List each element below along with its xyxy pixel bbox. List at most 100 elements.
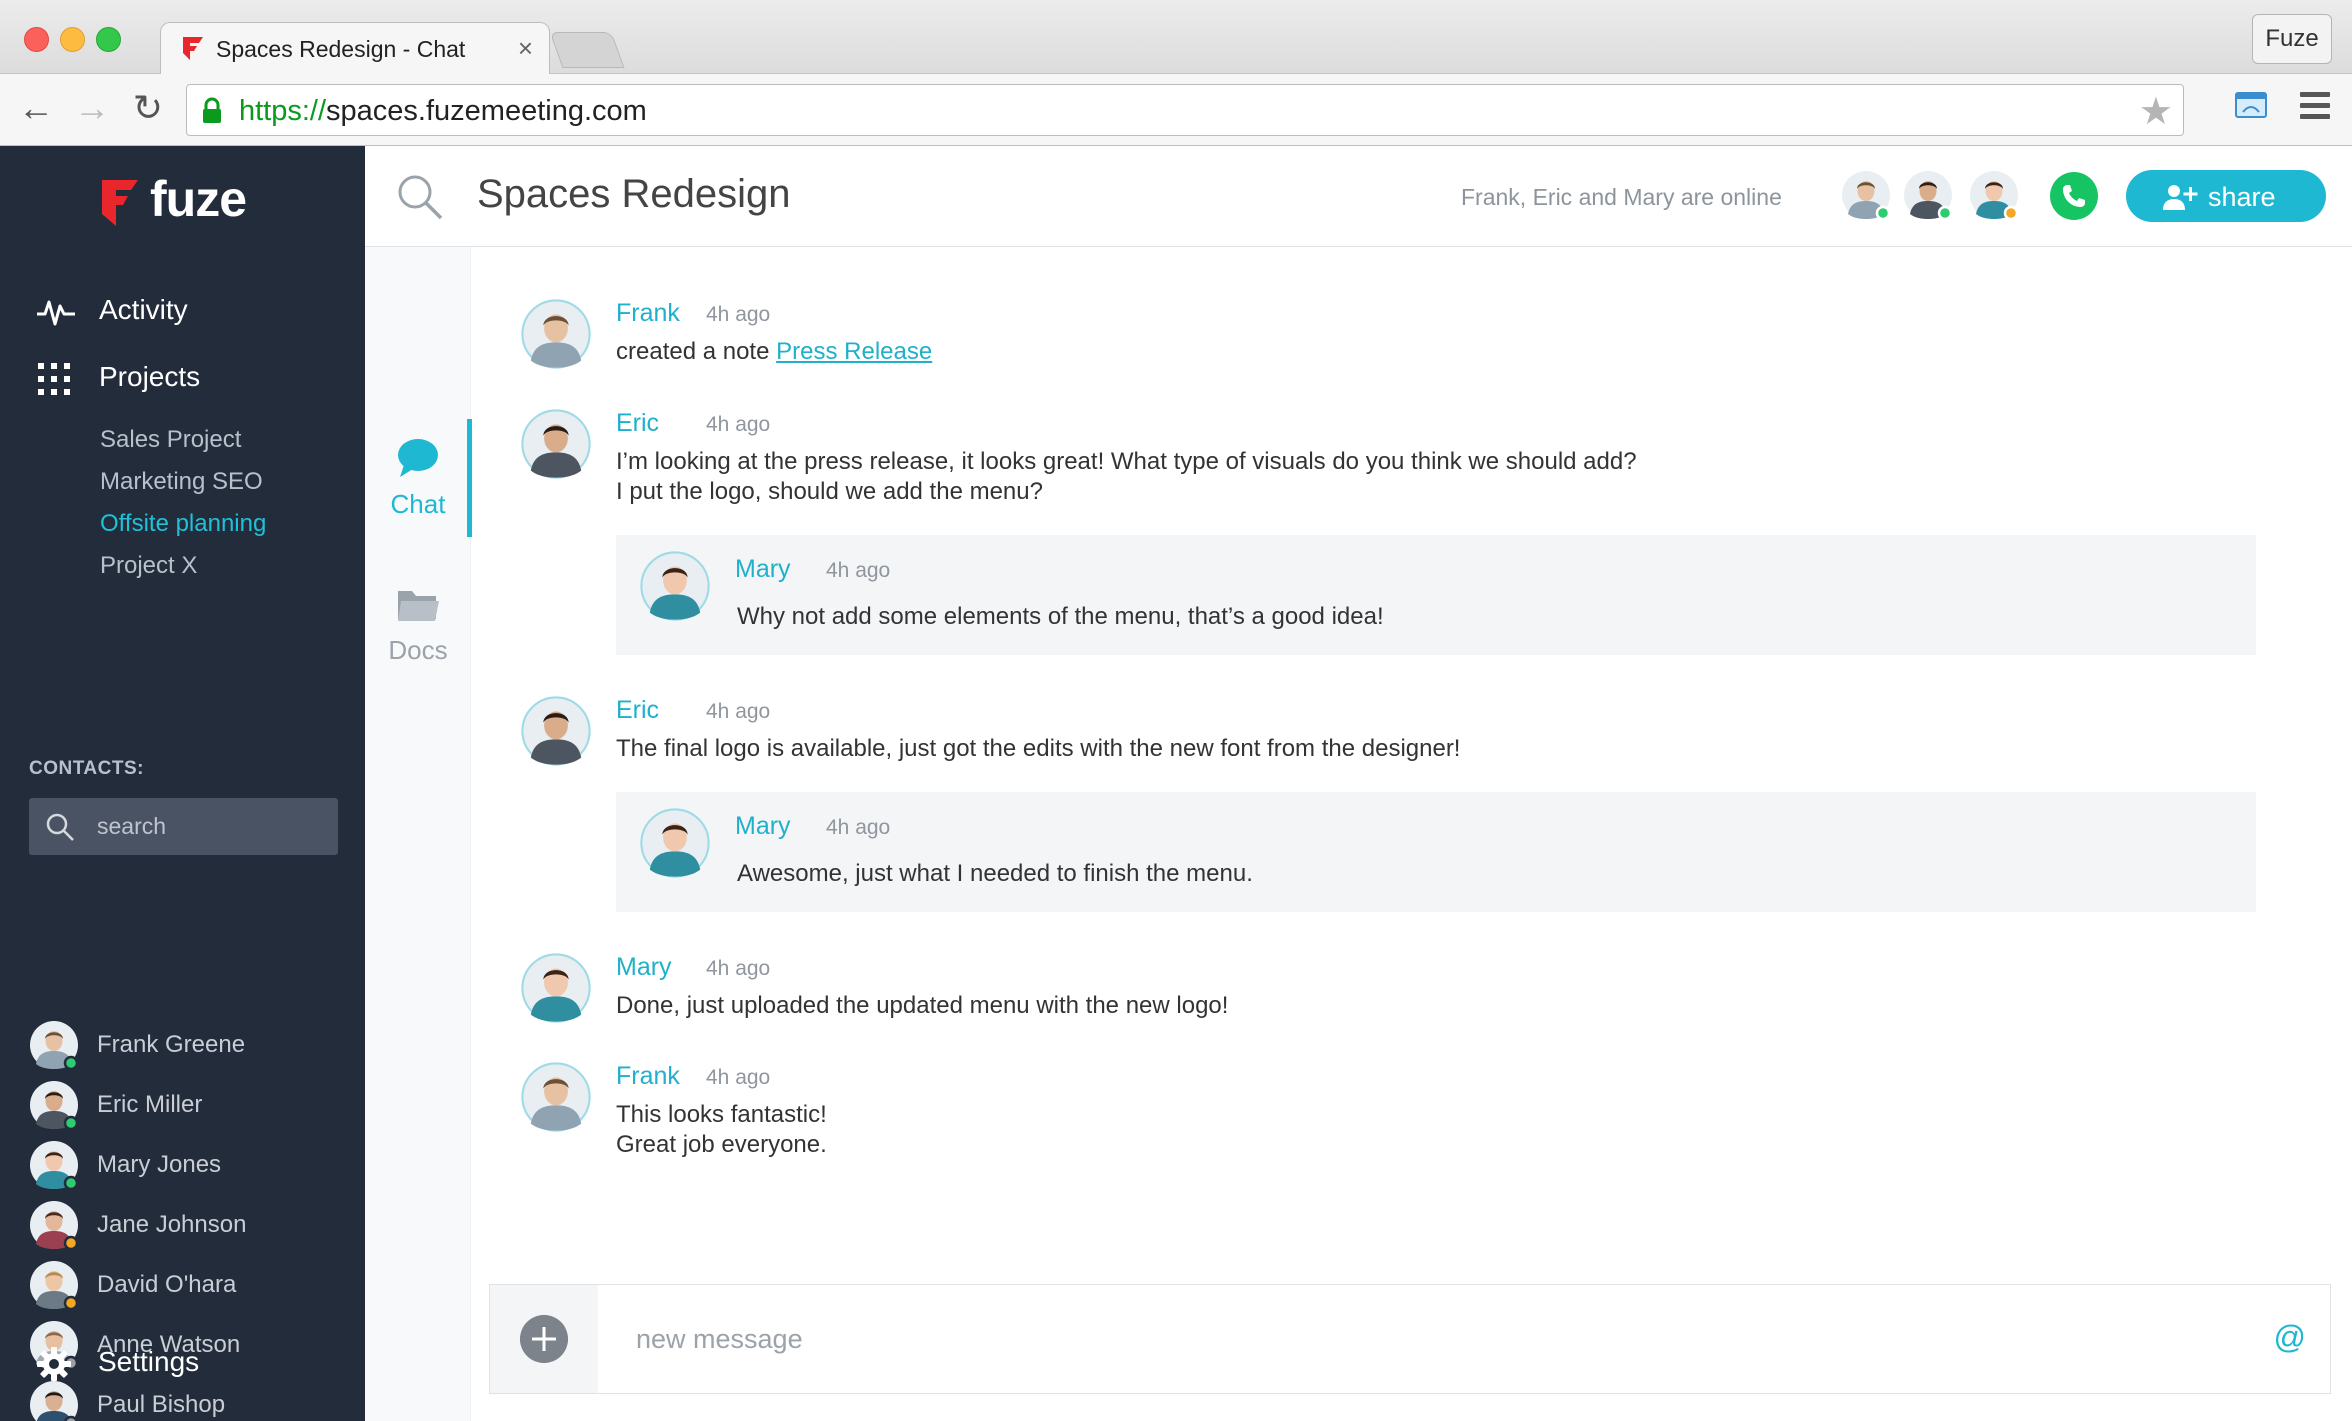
address-bar[interactable]: https://spaces.fuzemeeting.com ★ (186, 84, 2184, 136)
avatar-eric[interactable] (521, 696, 591, 766)
avatar-frank[interactable] (1841, 170, 1891, 221)
project-project-x[interactable]: Project X (100, 552, 197, 580)
tab-close-icon[interactable]: × (518, 33, 533, 64)
back-arrow-icon[interactable]: ← (14, 86, 58, 130)
chat-feed: Frank 4h ago created a note Press Releas… (471, 247, 2352, 1421)
message-time: 4h ago (826, 816, 891, 839)
contact-search (29, 798, 338, 855)
lock-icon (203, 97, 221, 123)
bookmark-star-icon[interactable]: ★ (2139, 89, 2173, 134)
avatar-eric[interactable] (1903, 170, 1953, 221)
phone-icon (2063, 185, 2085, 207)
message-body: Why not add some elements of the menu, t… (737, 603, 1384, 630)
message-author[interactable]: Mary (735, 555, 791, 584)
mention-icon[interactable]: @ (2274, 1319, 2306, 1356)
search-icon (46, 813, 74, 841)
tab-chat[interactable]: Chat (365, 419, 472, 537)
plus-icon (520, 1315, 568, 1363)
avatar (29, 1140, 79, 1191)
avatar-mary[interactable] (640, 551, 710, 621)
message-author[interactable]: Eric (616, 409, 659, 438)
avatar-mary[interactable] (640, 808, 710, 878)
minimize-window-button[interactable] (60, 27, 85, 52)
folder-icon (398, 591, 439, 621)
project-marketing-seo[interactable]: Marketing SEO (100, 468, 263, 496)
contact-item[interactable]: Frank Greene (29, 1020, 349, 1072)
avatar (29, 1380, 79, 1421)
message-time: 4h ago (706, 700, 771, 723)
message-author[interactable]: Eric (616, 696, 659, 725)
forward-arrow-icon[interactable]: → (70, 86, 114, 130)
new-message-input[interactable] (636, 1285, 2236, 1393)
avatar-eric[interactable] (521, 409, 591, 479)
contact-item[interactable]: Jane Johnson (29, 1200, 349, 1252)
avatar-mary[interactable] (1969, 170, 2019, 221)
press-release-link[interactable]: Press Release (776, 338, 932, 365)
reply-message: Mary 4h ago Awesome, just what I needed … (616, 792, 2256, 912)
contact-item[interactable]: Paul Bishop (29, 1380, 349, 1421)
url-text: https://spaces.fuzemeeting.com (239, 95, 647, 127)
sidebar: fuze Activity Projects Sales Project Mar… (0, 146, 365, 1421)
contact-name: Eric Miller (97, 1091, 203, 1118)
project-sales-project[interactable]: Sales Project (100, 426, 241, 454)
brand-name: fuze (150, 171, 247, 227)
avatar-frank[interactable] (521, 1062, 591, 1132)
page-title: Spaces Redesign (477, 172, 791, 216)
chat-bubble-icon (398, 439, 438, 477)
gear-icon (37, 1347, 71, 1381)
fuze-logo-icon (102, 180, 138, 226)
activity-pulse-icon (37, 300, 75, 326)
browser-titlebar: Spaces Redesign - Chat × Fuze (0, 0, 2352, 74)
browser-tab-active[interactable]: Spaces Redesign - Chat × (160, 22, 550, 74)
contact-item[interactable]: David O'hara (29, 1260, 349, 1312)
message-body: created a note Press Release (616, 338, 933, 365)
contact-item[interactable]: Eric Miller (29, 1080, 349, 1132)
search-icon[interactable] (395, 172, 445, 222)
browser-toolbar: ← → ↻ https://spaces.fuzemeeting.com ★ (0, 74, 2352, 146)
attach-button[interactable] (490, 1285, 598, 1393)
extension-icon[interactable] (2234, 90, 2268, 120)
avatar (29, 1020, 79, 1071)
avatar-frank[interactable] (521, 299, 591, 369)
add-user-icon (2163, 185, 2198, 210)
contacts-label: CONTACTS: (29, 758, 144, 779)
message-author[interactable]: Frank (616, 299, 680, 328)
message-author[interactable]: Mary (735, 812, 791, 841)
grid-icon (38, 363, 70, 395)
profile-button[interactable]: Fuze (2252, 14, 2332, 64)
message-body: Awesome, just what I needed to finish th… (737, 860, 1253, 887)
avatar (29, 1260, 79, 1311)
new-tab-button[interactable] (549, 32, 625, 68)
message-time: 4h ago (706, 413, 771, 436)
contact-item[interactable]: Mary Jones (29, 1140, 349, 1192)
contact-search-input[interactable] (97, 798, 327, 855)
message-author[interactable]: Mary (616, 953, 672, 982)
call-button[interactable] (2050, 172, 2098, 220)
share-button[interactable]: share (2126, 170, 2326, 222)
contact-name: Jane Johnson (97, 1211, 247, 1238)
tab-docs[interactable]: Docs (365, 565, 471, 683)
message-body: I’m looking at the press release, it loo… (616, 448, 1637, 505)
reload-icon[interactable]: ↻ (126, 86, 170, 130)
message-composer: @ (489, 1284, 2331, 1394)
message-time: 4h ago (706, 303, 771, 326)
zoom-window-button[interactable] (96, 27, 121, 52)
message-body: This looks fantastic! Great job everyone… (616, 1101, 827, 1158)
fuze-logo-icon (183, 37, 203, 60)
avatar (29, 1200, 79, 1251)
avatar-mary[interactable] (521, 953, 591, 1023)
tab-title: Spaces Redesign - Chat (216, 36, 466, 62)
contact-name: Paul Bishop (97, 1391, 226, 1418)
browser-menu-icon[interactable] (2300, 92, 2330, 120)
contact-name: David O'hara (97, 1271, 237, 1298)
message-author[interactable]: Frank (616, 1062, 680, 1091)
avatar (29, 1080, 79, 1131)
app: fuze Activity Projects Sales Project Mar… (0, 146, 2352, 1421)
message-body: Done, just uploaded the updated menu wit… (616, 992, 1229, 1019)
project-offsite-planning[interactable]: Offsite planning (100, 510, 266, 538)
reply-message: Mary 4h ago Why not add some elements of… (616, 535, 2256, 655)
message-time: 4h ago (826, 559, 891, 582)
message-time: 4h ago (706, 957, 771, 980)
online-status-text: Frank, Eric and Mary are online (1461, 184, 1782, 210)
close-window-button[interactable] (24, 27, 49, 52)
